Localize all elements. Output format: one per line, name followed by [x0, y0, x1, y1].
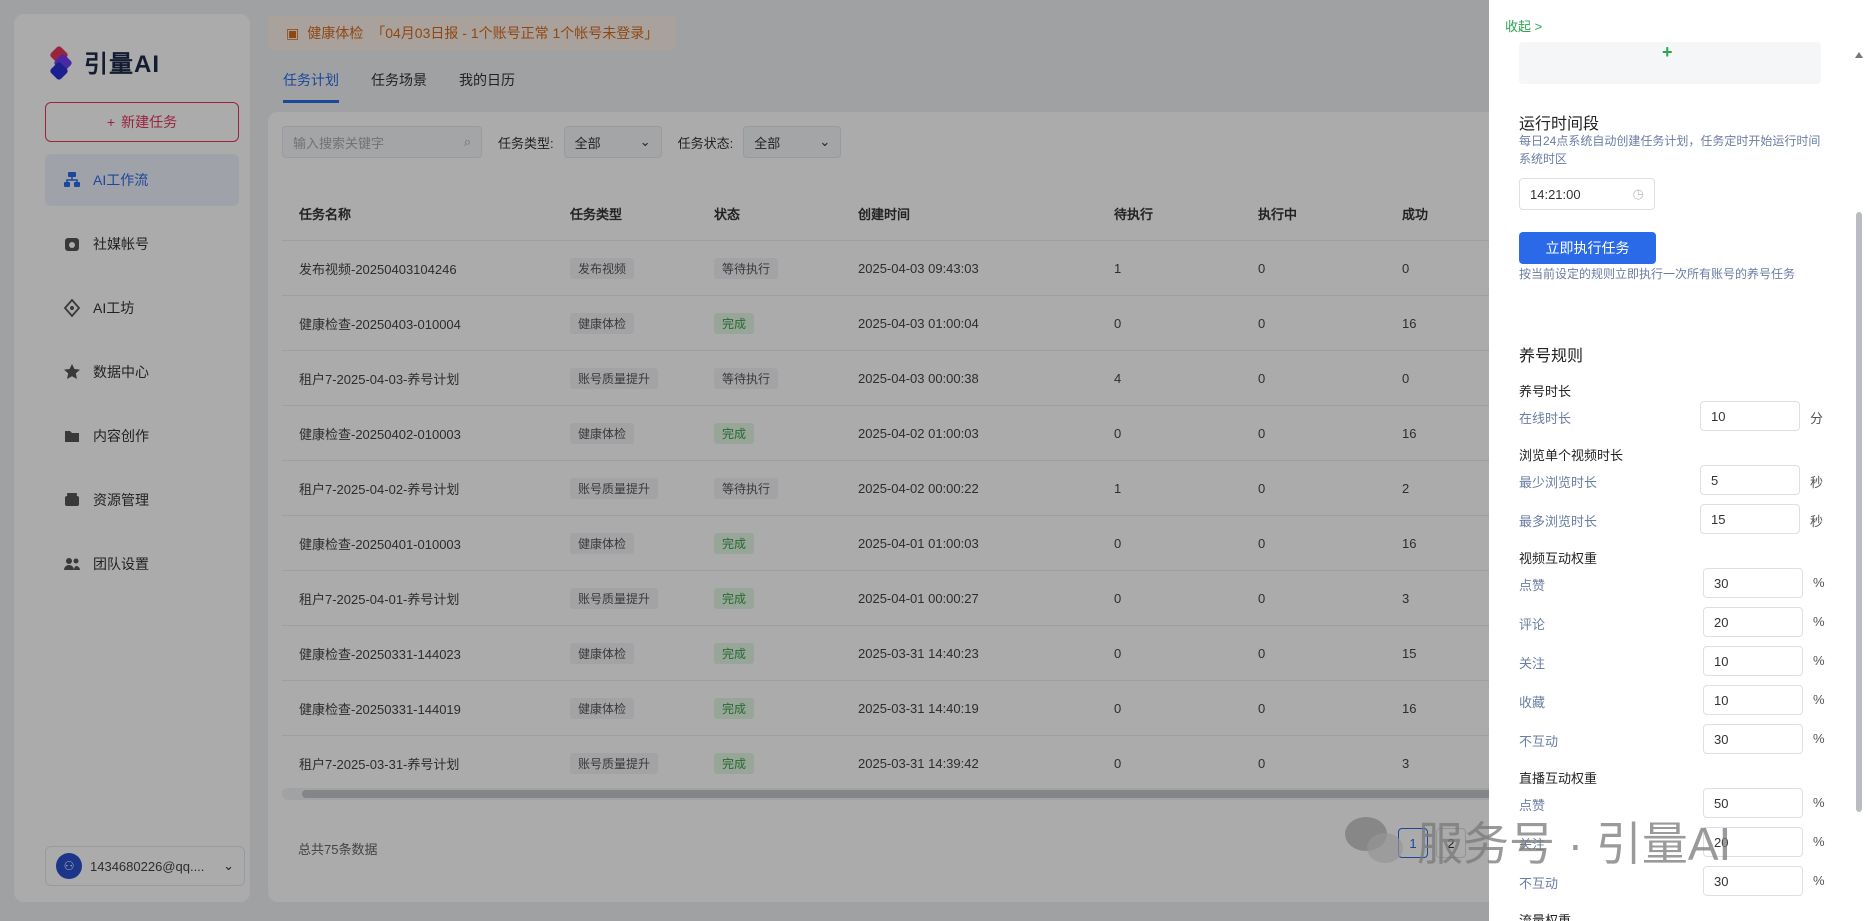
- min-browse-label: 最少浏览时长: [1519, 475, 1598, 490]
- task-settings-drawer: 收起 > + 运行时间段 每日24点系统自动创建任务计划，任务定时开始运行时间系…: [1489, 0, 1866, 921]
- time-input[interactable]: 14:21:00 ◷: [1519, 178, 1655, 210]
- video-weight-title: 视频互动权重: [1519, 551, 1598, 566]
- percent-unit: %: [1813, 614, 1825, 629]
- browse-title: 浏览单个视频时长: [1519, 448, 1624, 463]
- max-browse-input[interactable]: 15: [1700, 504, 1800, 534]
- percent-unit: %: [1813, 731, 1825, 746]
- live-weight-title: 直播互动权重: [1519, 771, 1598, 786]
- time-value: 14:21:00: [1530, 186, 1581, 202]
- weight-input[interactable]: 30: [1703, 568, 1803, 598]
- weight-label: 评论: [1519, 617, 1546, 632]
- percent-unit: %: [1813, 873, 1825, 888]
- run-period-desc: 每日24点系统自动创建任务计划，任务定时开始运行时间系统时区: [1519, 134, 1821, 166]
- watermark: 服务号 · 引量AI: [1345, 808, 1731, 874]
- run-now-button[interactable]: 立即执行任务: [1519, 232, 1656, 264]
- weight-label: 收藏: [1519, 695, 1546, 710]
- scroll-up-icon[interactable]: [1855, 52, 1863, 58]
- percent-unit: %: [1813, 653, 1825, 668]
- percent-unit: %: [1813, 834, 1825, 849]
- weight-input[interactable]: 20: [1703, 607, 1803, 637]
- collapse-button[interactable]: 收起 >: [1505, 16, 1542, 35]
- online-label: 在线时长: [1519, 411, 1572, 426]
- wechat-icon: [1345, 817, 1403, 865]
- rules-title: 养号规则: [1519, 348, 1584, 365]
- weight-label: 点赞: [1519, 578, 1546, 593]
- scrollbar-thumb[interactable]: [1856, 212, 1862, 812]
- weight-input[interactable]: 10: [1703, 685, 1803, 715]
- online-duration-input[interactable]: 10: [1700, 401, 1800, 431]
- drawer-scrollbar[interactable]: [1855, 52, 1863, 918]
- upload-area[interactable]: +: [1519, 42, 1821, 84]
- min-browse-input[interactable]: 5: [1700, 465, 1800, 495]
- second-unit: 秒: [1810, 475, 1824, 490]
- duration-title: 养号时长: [1519, 384, 1572, 399]
- minute-unit: 分: [1810, 411, 1824, 426]
- plus-icon: +: [1662, 42, 1673, 62]
- second-unit: 秒: [1810, 514, 1824, 529]
- flow-weight-title: 流量权重: [1519, 913, 1572, 921]
- weight-input[interactable]: 10: [1703, 646, 1803, 676]
- weight-label: 不互动: [1519, 734, 1559, 749]
- run-now-desc: 按当前设定的规则立即执行一次所有账号的养号任务: [1519, 267, 1796, 281]
- weight-label: 关注: [1519, 656, 1546, 671]
- weight-input[interactable]: 30: [1703, 724, 1803, 754]
- run-period-title: 运行时间段: [1519, 116, 1600, 133]
- percent-unit: %: [1813, 795, 1825, 810]
- clock-icon: ◷: [1632, 186, 1644, 201]
- weight-label: 不互动: [1519, 876, 1559, 891]
- max-browse-label: 最多浏览时长: [1519, 514, 1598, 529]
- watermark-text: 服务号 · 引量AI: [1417, 818, 1732, 870]
- percent-unit: %: [1813, 575, 1825, 590]
- percent-unit: %: [1813, 692, 1825, 707]
